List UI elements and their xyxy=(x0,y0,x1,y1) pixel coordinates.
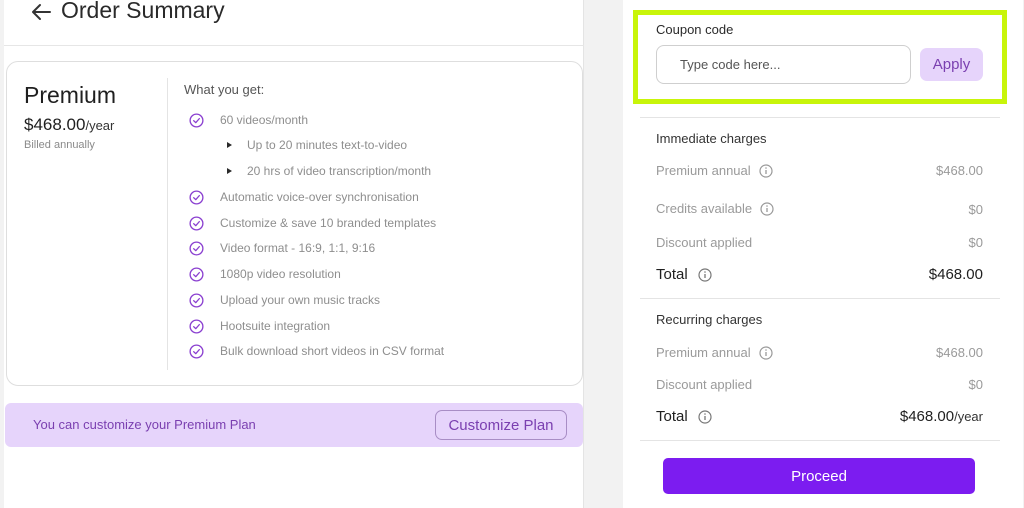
feature-label: 60 videos/month xyxy=(220,113,309,127)
feature-label: Upload your own music tracks xyxy=(220,293,381,307)
checkout-panel: Coupon code Apply Immediate charges Prem… xyxy=(623,0,1023,508)
recurring-total-amount: $468.00 xyxy=(899,408,955,425)
feature-label: Customize & save 10 branded templates xyxy=(220,216,437,230)
order-details-panel: Order Summary Premium $468.00/year Bille… xyxy=(4,0,584,508)
check-circle-icon xyxy=(189,240,204,256)
charge-label-text: Premium annual xyxy=(656,163,751,178)
charge-value: $468.00 xyxy=(936,345,983,360)
page-title: Order Summary xyxy=(61,0,225,23)
coupon-input[interactable] xyxy=(656,45,911,84)
coupon-section: Coupon code Apply xyxy=(633,10,1007,104)
charge-value: $0 xyxy=(968,202,983,217)
feature-label: Bulk download short videos in CSV format xyxy=(220,344,445,358)
billing-note: Billed annually xyxy=(24,139,95,151)
feature-label: Video format - 16:9, 1:1, 9:16 xyxy=(220,241,376,255)
card-divider xyxy=(167,78,168,370)
customize-plan-button[interactable]: Customize Plan xyxy=(435,410,567,440)
info-icon[interactable] xyxy=(759,163,773,178)
charge-value: $0 xyxy=(968,377,983,392)
feature-item: 60 videos/month xyxy=(189,112,308,128)
check-circle-icon xyxy=(189,112,204,128)
plan-price-period: /year xyxy=(85,118,115,133)
info-icon[interactable] xyxy=(759,345,773,360)
feature-item: Automatic voice-over synchronisation xyxy=(189,189,419,205)
caret-right-icon xyxy=(227,142,232,148)
subfeature-item: Up to 20 minutes text-to-video xyxy=(227,137,407,153)
caret-right-icon xyxy=(227,168,232,174)
feature-item: Upload your own music tracks xyxy=(189,292,380,308)
plan-price: $468.00/year xyxy=(24,115,114,135)
subfeature-label: 20 hrs of video transcription/month xyxy=(247,164,432,178)
plan-name: Premium xyxy=(24,82,117,108)
check-circle-icon xyxy=(189,343,204,359)
subfeature-label: Up to 20 minutes text-to-video xyxy=(247,138,408,152)
immediate-charges-title: Immediate charges xyxy=(656,131,767,146)
feature-label: 1080p video resolution xyxy=(220,267,341,281)
charge-label-text: Credits available xyxy=(656,201,753,216)
divider xyxy=(640,298,1000,299)
subfeature-item: 20 hrs of video transcription/month xyxy=(227,163,431,179)
divider xyxy=(640,440,1000,441)
plan-price-amount: $468.00 xyxy=(24,115,86,134)
feature-item: 1080p video resolution xyxy=(189,266,341,282)
charge-label: Premium annual xyxy=(656,345,773,360)
banner-text: You can customize your Premium Plan xyxy=(33,417,256,432)
feature-label: Automatic voice-over synchronisation xyxy=(220,190,419,204)
feature-item: Video format - 16:9, 1:1, 9:16 xyxy=(189,240,375,256)
proceed-button[interactable]: Proceed xyxy=(663,458,975,494)
charge-label-text: Premium annual xyxy=(656,345,751,360)
feature-item: Bulk download short videos in CSV format xyxy=(189,343,444,359)
arrow-left-icon[interactable] xyxy=(30,2,52,22)
check-circle-icon xyxy=(189,292,204,308)
immediate-total-value: $468.00 xyxy=(928,266,983,283)
features-title: What you get: xyxy=(184,82,265,97)
charge-label: Discount applied xyxy=(656,377,752,392)
header: Order Summary xyxy=(4,0,584,46)
coupon-label: Coupon code xyxy=(656,22,734,37)
check-circle-icon xyxy=(189,189,204,205)
check-circle-icon xyxy=(189,215,204,231)
apply-coupon-button[interactable]: Apply xyxy=(920,48,983,81)
info-icon[interactable] xyxy=(698,267,712,282)
immediate-total-label: Total xyxy=(656,266,712,283)
feature-item: Customize & save 10 branded templates xyxy=(189,215,436,231)
feature-item: Hootsuite integration xyxy=(189,318,330,334)
recurring-total-period: /year xyxy=(954,409,983,424)
total-label-text: Total xyxy=(656,408,688,425)
charge-label: Premium annual xyxy=(656,163,773,178)
divider xyxy=(640,117,1000,118)
check-circle-icon xyxy=(189,318,204,334)
recurring-total-value: $468.00/year xyxy=(900,408,983,425)
info-icon[interactable] xyxy=(760,201,774,216)
check-circle-icon xyxy=(189,266,204,282)
recurring-total-label: Total xyxy=(656,408,712,425)
info-icon[interactable] xyxy=(698,409,712,424)
charge-value: $0 xyxy=(968,235,983,250)
charge-label-text: Discount applied xyxy=(656,377,753,392)
recurring-charges-title: Recurring charges xyxy=(656,312,763,327)
charge-label-text: Discount applied xyxy=(656,235,753,250)
total-label-text: Total xyxy=(656,266,688,283)
charge-label: Discount applied xyxy=(656,235,752,250)
charge-label: Credits available xyxy=(656,201,774,216)
customize-banner: You can customize your Premium Plan Cust… xyxy=(5,403,583,447)
charge-value: $468.00 xyxy=(936,163,983,178)
plan-card: Premium $468.00/year Billed annually Wha… xyxy=(6,61,583,386)
feature-label: Hootsuite integration xyxy=(220,319,331,333)
